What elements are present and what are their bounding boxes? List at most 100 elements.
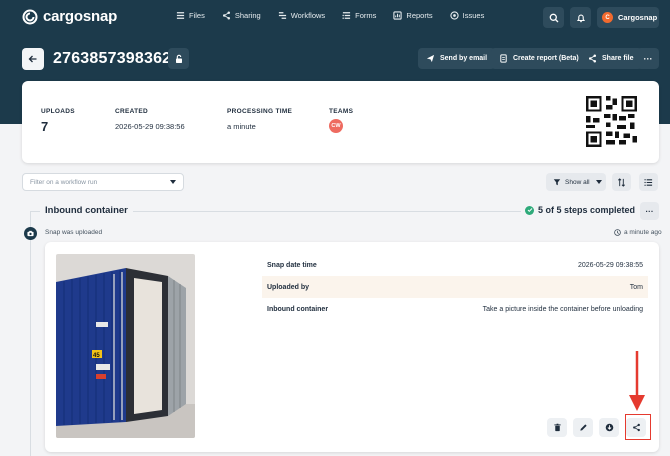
send-by-email-label: Send by email [440,55,488,62]
search-icon [549,13,558,22]
workflow-status: 5 of 5 steps completed [521,205,640,215]
annotation-arrow-icon [629,351,645,411]
info-row-uploaded-by: Uploaded by Tom [262,276,648,298]
share-file-button[interactable]: Share file [580,48,642,69]
info-key: Snap date time [267,261,317,269]
more-icon: ··· [643,53,653,64]
stats-card: UPLOADS 7 CREATED 2026-05-29 09:38:56 PR… [22,81,659,163]
snap-timestamp: a minute ago [614,229,662,236]
nav-sharing[interactable]: Sharing [222,11,261,20]
time-ago-label: a minute ago [624,229,662,236]
list-icon [176,12,185,19]
avatar: C [602,12,613,23]
arrow-left-icon [28,55,37,63]
show-all-dropdown[interactable]: Show all [546,173,606,191]
snap-card: 45 Snap date time 2026-05-29 09:38:55 Up… [45,242,659,452]
share-icon [222,11,230,20]
user-name: Cargosnap [618,13,658,22]
document-icon [500,54,507,63]
workflow-status-label: 5 of 5 steps completed [538,205,636,215]
list-view-button[interactable] [639,173,658,191]
uploads-value: 7 [41,119,49,134]
sort-button[interactable] [612,173,631,191]
send-by-email-button[interactable]: Send by email [418,48,496,69]
chevron-down-icon [170,180,176,184]
search-button[interactable] [543,7,564,28]
stat-processing: PROCESSING TIME a minute [227,108,292,131]
uploads-label: UPLOADS [41,108,75,115]
nav-sharing-label: Sharing [234,11,261,20]
container-photo[interactable]: 45 [56,254,195,438]
unlock-icon [175,54,182,63]
info-value: Take a picture inside the container befo… [482,305,643,313]
more-icon: ··· [645,206,654,216]
download-button[interactable] [599,418,619,437]
share-file-label: Share file [602,55,634,62]
page-title: 2763857398362 [53,50,172,67]
workflow-more-button[interactable]: ··· [640,202,659,220]
nav-files[interactable]: Files [176,11,205,20]
nav-forms-label: Forms [355,11,377,20]
timeline-line [30,211,31,456]
back-button[interactable] [22,48,44,70]
logo[interactable]: cargosnap [22,8,117,25]
create-report-label: Create report (Beta) [513,55,579,62]
info-key: Inbound container [267,305,329,313]
clock-icon [614,229,621,236]
reports-icon [393,11,403,20]
pencil-icon [579,424,587,431]
workflow-icon [278,12,286,19]
qr-code-icon[interactable] [584,94,639,149]
team-badge[interactable]: CW [329,119,343,133]
issues-icon [450,11,459,20]
sort-icon [618,177,625,187]
processing-label: PROCESSING TIME [227,108,293,115]
cargosnap-logo-icon [22,9,38,24]
main-nav: Files Sharing Workflows Forms Reports Is… [176,11,501,20]
nav-issues[interactable]: Issues [450,11,485,20]
share-icon [588,54,597,63]
filter-icon [553,179,561,186]
info-row-snap-date: Snap date time 2026-05-29 09:38:55 [262,254,648,276]
delete-button[interactable] [547,418,567,437]
bell-icon [576,14,585,22]
stat-created: CREATED 2026-05-29 09:38:56 [115,108,185,131]
edit-button[interactable] [573,418,593,437]
trash-icon [553,423,561,432]
show-all-label: Show all [565,178,590,186]
nav-reports[interactable]: Reports [393,11,433,20]
stat-uploads: UPLOADS 7 [41,108,75,134]
user-menu-button[interactable]: C Cargosnap [597,7,659,28]
more-actions-button[interactable]: ··· [637,48,659,69]
nav-workflows[interactable]: Workflows [278,11,325,20]
workflow-title: Inbound container [40,205,133,216]
list-icon [644,178,653,186]
create-report-button[interactable]: Create report (Beta) [491,48,587,69]
nav-forms[interactable]: Forms [342,11,376,20]
created-value: 2026-05-29 09:38:56 [115,122,185,131]
check-circle-icon [525,205,534,215]
send-icon [426,54,435,63]
nav-files-label: Files [189,11,205,20]
info-row-inbound-container: Inbound container Take a picture inside … [262,298,648,320]
nav-issues-label: Issues [462,11,485,20]
created-label: CREATED [115,108,149,115]
notifications-button[interactable] [570,7,591,28]
info-key: Uploaded by [267,283,310,291]
annotation-highlight-box [625,414,651,440]
brand-name: cargosnap [43,8,118,25]
workflow-run-filter[interactable]: Filter on a workflow run [22,173,184,191]
info-value: 2026-05-29 09:38:55 [578,261,643,269]
teams-label: TEAMS [329,108,354,115]
nav-workflows-label: Workflows [290,11,326,20]
stat-teams: TEAMS CW [329,108,353,133]
processing-value: a minute [227,122,256,131]
camera-icon [24,227,37,240]
nav-reports-label: Reports [406,11,433,20]
forms-icon [342,12,351,19]
top-navigation: cargosnap Files Sharing Workflows Forms … [0,0,670,36]
chevron-down-icon [595,180,602,184]
lock-button[interactable] [168,48,189,69]
info-value: Tom [629,283,643,291]
container-label-number: 45 [93,353,100,359]
